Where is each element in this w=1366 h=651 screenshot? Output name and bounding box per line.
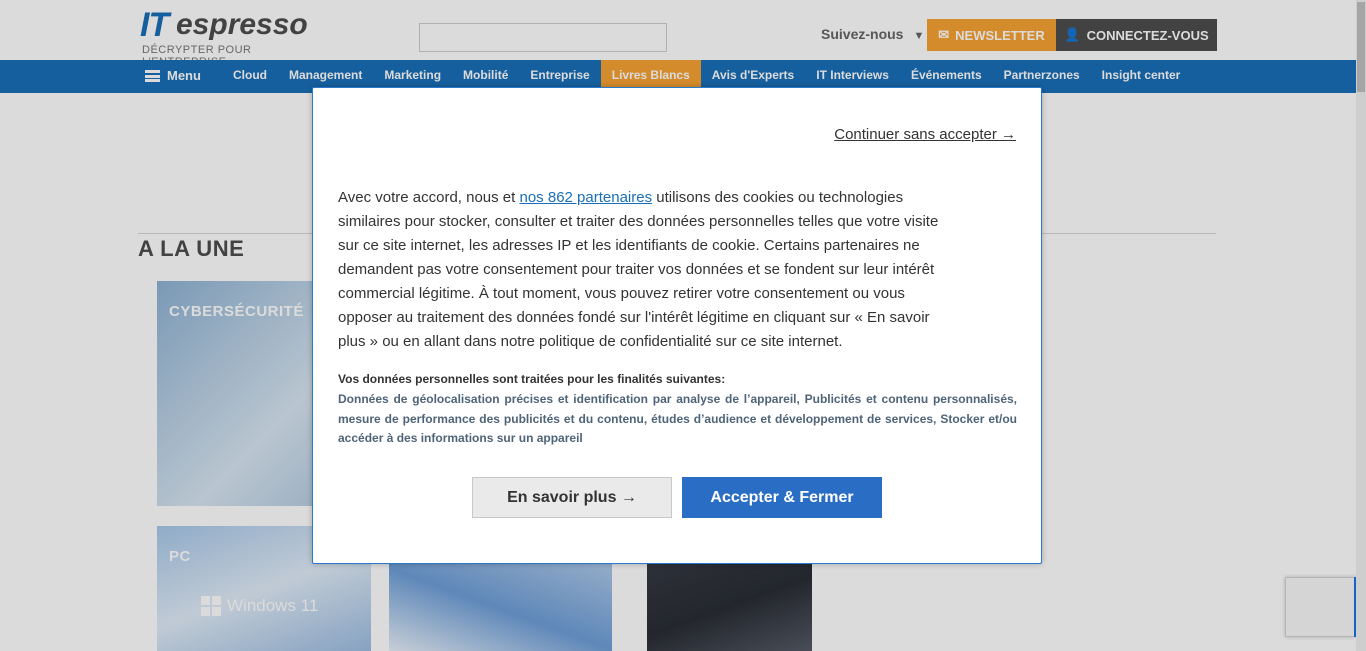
cookie-consent-dialog: Continuer sans accepter → Avec votre acc…: [312, 87, 1042, 564]
purposes-title: Vos données personnelles sont traitées p…: [338, 372, 726, 386]
accept-close-button[interactable]: Accepter & Fermer: [682, 477, 882, 518]
learn-more-button[interactable]: En savoir plus →: [472, 477, 672, 518]
consent-text-start: Avec votre accord, nous et: [338, 189, 520, 206]
purposes-list: Données de géolocalisation précises et i…: [338, 392, 1017, 445]
consent-text: Avec votre accord, nous et nos 862 parte…: [338, 186, 948, 354]
partners-link[interactable]: nos 862 partenaires: [520, 189, 653, 206]
continue-without-accepting-link[interactable]: Continuer sans accepter →: [834, 126, 1016, 143]
consent-text-rest: utilisons des cookies ou technologies si…: [338, 189, 939, 350]
